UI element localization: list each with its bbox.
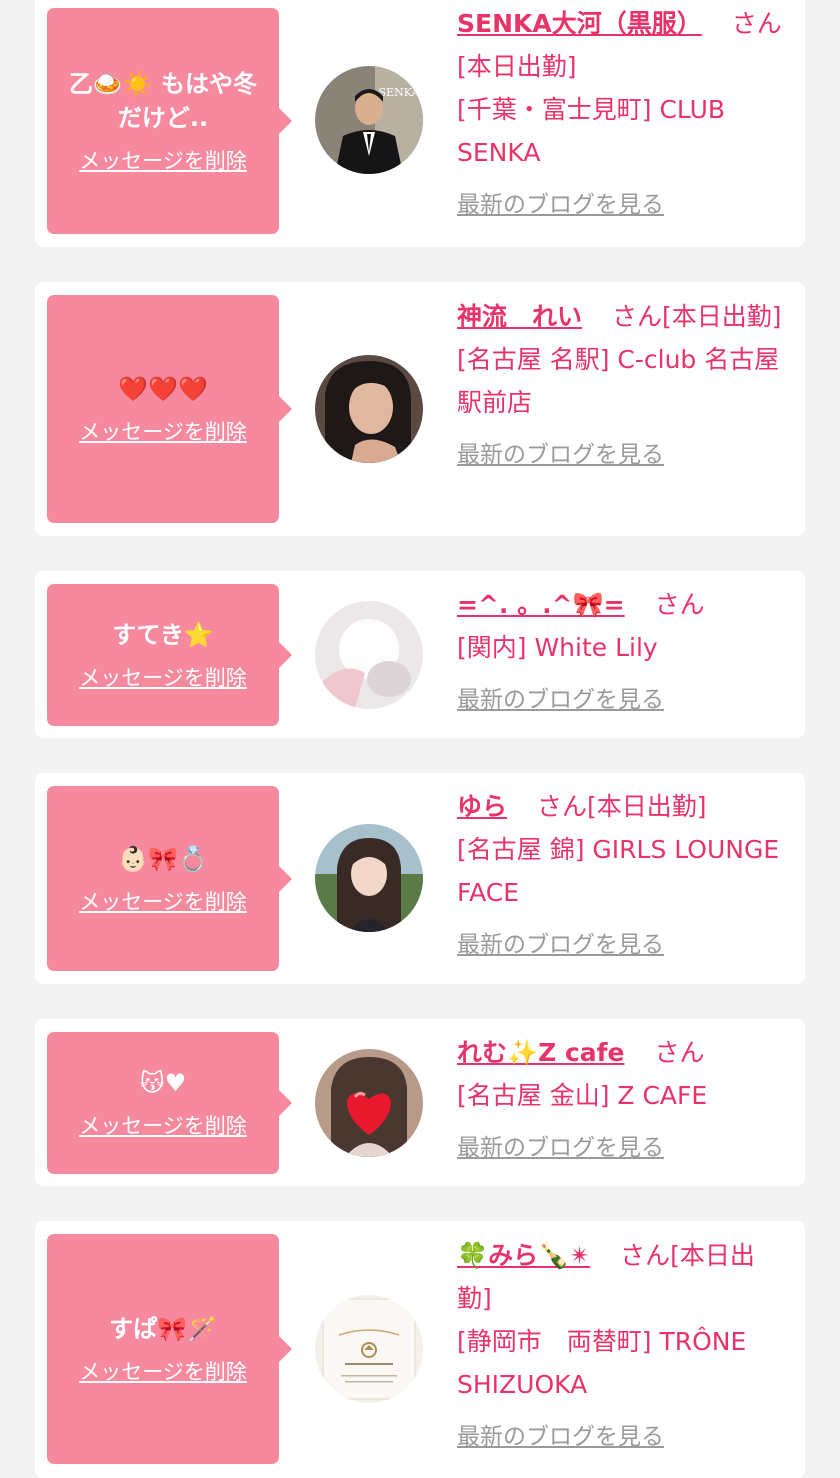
profile-info: ゆら さん[本日出勤] [名古屋 錦] GIRLS LOUNGE FACE 最新… [457, 785, 787, 967]
message-card: ❤️❤️❤️ メッセージを削除 神流 れい さん[本日出勤] [名古屋 名駅] … [35, 282, 805, 536]
cast-name-link[interactable]: =^. 。.^🎀= [457, 590, 625, 619]
shop-location: [千葉・富士見町] CLUB SENKA [457, 95, 726, 167]
profile-info: れむ✨Z cafe さん [名古屋 金山] Z CAFE 最新のブログを見る [457, 1031, 787, 1170]
message-card: すぱ🎀🪄 メッセージを削除 🍀みら🍾✴ さん[本日出勤] [静岡市 両替町] T… [35, 1221, 805, 1478]
shop-location: [名古屋 名駅] C-club 名古屋駅前店 [457, 345, 780, 417]
message-text: すぱ🎀🪄 [109, 1315, 217, 1343]
cast-name-link[interactable]: ゆら [457, 792, 507, 821]
delete-message-link[interactable]: メッセージを削除 [79, 416, 247, 446]
latest-blog-link[interactable]: 最新のブログを見る [457, 1127, 664, 1170]
delete-message-link[interactable]: メッセージを削除 [79, 1110, 247, 1140]
avatar[interactable] [315, 1049, 423, 1157]
profile-info: 神流 れい さん[本日出勤] [名古屋 名駅] C-club 名古屋駅前店 最新… [457, 295, 787, 477]
message-card: すてき⭐️ メッセージを削除 =^. 。.^🎀= さん [関内] White L… [35, 571, 805, 738]
message-bubble: すぱ🎀🪄 メッセージを削除 [47, 1234, 292, 1464]
profile-info: 🍀みら🍾✴ さん[本日出勤] [静岡市 両替町] TRÔNE SHIZUOKA … [457, 1234, 787, 1459]
latest-blog-link[interactable]: 最新のブログを見る [457, 924, 664, 967]
latest-blog-link[interactable]: 最新のブログを見る [457, 1416, 664, 1459]
message-text: 乙🍛☀️ もはや冬 だけど.. [68, 70, 258, 132]
grand-open-trone-logo [315, 1295, 423, 1403]
avatar[interactable] [315, 355, 423, 463]
avatar[interactable]: SENKA [315, 66, 423, 174]
delete-message-link[interactable]: メッセージを削除 [79, 1356, 247, 1386]
avatar[interactable] [315, 824, 423, 932]
message-bubble: ❤️❤️❤️ メッセージを削除 [47, 295, 292, 523]
latest-blog-link[interactable]: 最新のブログを見る [457, 434, 664, 477]
message-bubble: すてき⭐️ メッセージを削除 [47, 584, 292, 726]
message-card: 😽♥ メッセージを削除 れむ✨Z cafe さん [名古屋 金山] Z CAFE… [35, 1019, 805, 1186]
delete-message-link[interactable]: メッセージを削除 [79, 145, 247, 175]
cast-name-link[interactable]: れむ✨Z cafe [457, 1038, 624, 1067]
name-suffix: さん [654, 590, 705, 619]
message-card: 👶🏻🎀💍 メッセージを削除 ゆら さん[本日出勤] [名古屋 錦] GIRLS … [35, 773, 805, 984]
latest-blog-link[interactable]: 最新のブログを見る [457, 679, 664, 722]
message-bubble: 乙🍛☀️ もはや冬 だけど.. メッセージを削除 [47, 8, 292, 234]
cast-name-link[interactable]: SENKA大河（黒服） [457, 9, 702, 38]
latest-blog-link[interactable]: 最新のブログを見る [457, 184, 664, 227]
message-text: 😽♥ [139, 1069, 187, 1097]
message-text: 👶🏻🎀💍 [118, 844, 208, 873]
message-bubble: 😽♥ メッセージを削除 [47, 1032, 292, 1174]
delete-message-link[interactable]: メッセージを削除 [79, 886, 247, 916]
message-card: 乙🍛☀️ もはや冬 だけど.. メッセージを削除 SENKA SENKA大河（黒… [35, 0, 805, 247]
name-suffix: さん[本日出勤] [536, 792, 707, 821]
shop-location: [関内] White Lily [457, 633, 658, 662]
profile-info: =^. 。.^🎀= さん [関内] White Lily 最新のブログを見る [457, 583, 787, 722]
message-bubble: 👶🏻🎀💍 メッセージを削除 [47, 786, 292, 971]
profile-info: SENKA大河（黒服） さん[本日出勤] [千葉・富士見町] CLUB SENK… [457, 2, 787, 227]
delete-message-link[interactable]: メッセージを削除 [79, 662, 247, 692]
cast-name-link[interactable]: 🍀みら🍾✴ [457, 1241, 590, 1270]
cast-name-link[interactable]: 神流 れい [457, 302, 582, 331]
svg-text:SENKA: SENKA [379, 86, 421, 99]
shop-location: [静岡市 両替町] TRÔNE SHIZUOKA [457, 1327, 747, 1399]
message-text: すてき⭐️ [112, 621, 214, 649]
shop-location: [名古屋 錦] GIRLS LOUNGE FACE [457, 835, 780, 907]
shop-location: [名古屋 金山] Z CAFE [457, 1081, 708, 1110]
name-suffix: さん [654, 1038, 705, 1067]
avatar[interactable] [315, 601, 423, 709]
name-suffix: さん[本日出勤] [611, 302, 782, 331]
avatar[interactable] [315, 1295, 423, 1403]
message-text: ❤️❤️❤️ [118, 375, 208, 403]
